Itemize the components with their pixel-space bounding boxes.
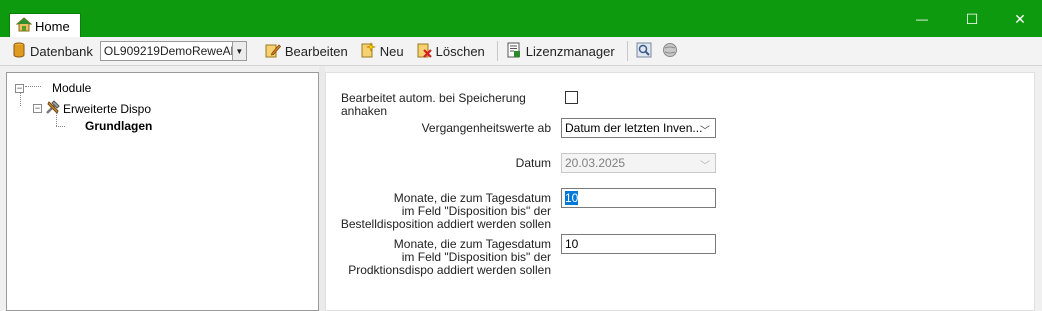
settings-search-button[interactable] [636, 42, 652, 61]
chevron-down-icon: ﹀ [700, 161, 710, 172]
months-production-value: 10 [565, 237, 579, 251]
months-order-value: 10 [565, 191, 579, 205]
toolbar-divider [496, 41, 498, 61]
globe-button[interactable] [662, 42, 678, 61]
chevron-down-icon: ﹀ [700, 126, 710, 137]
date-label: Datum [515, 156, 551, 170]
globe-icon [662, 42, 678, 61]
delete-icon [416, 42, 432, 61]
tree-connector [20, 92, 21, 106]
delete-label: Löschen [435, 43, 485, 59]
close-button[interactable]: ✕ [1009, 8, 1031, 30]
tree-node-module[interactable]: − Module [15, 81, 91, 95]
tree-label-extended-dispo: Erweiterte Dispo [63, 101, 152, 116]
maximize-button[interactable]: ☐ [961, 8, 983, 30]
months-order-input[interactable]: 10 [561, 188, 716, 208]
toolbar: Datenbank OL909219DemoReweAbfD ▼ Bearbei… [0, 37, 1042, 66]
tree-label-basics: Grundlagen [85, 119, 153, 133]
database-label: Datenbank [30, 43, 93, 59]
database-selector: Datenbank OL909219DemoReweAbfD ▼ [12, 41, 247, 61]
months-production-label: Monate, die zum Tagesdatum im Feld "Disp… [326, 238, 551, 277]
edit-label: Bearbeiten [284, 43, 348, 59]
database-value: OL909219DemoReweAbfD [99, 41, 233, 61]
settings-form: Bearbeitet autom. bei Speicherung anhake… [325, 72, 1035, 311]
new-button[interactable]: Neu [360, 41, 404, 61]
new-icon [360, 41, 376, 61]
tools-icon [45, 99, 61, 118]
tree-label-module: Module [52, 81, 92, 95]
new-label: Neu [379, 43, 404, 59]
auto-attach-label: Bearbeitet autom. bei Speicherung anhake… [341, 91, 526, 118]
past-values-select[interactable]: Datum der letzten Inven... ﹀ [561, 118, 716, 138]
delete-button[interactable]: Löschen [416, 42, 485, 61]
database-icon [12, 42, 26, 61]
tree-connector [56, 111, 57, 126]
license-label: Lizenzmanager [525, 43, 615, 59]
past-values-label: Vergangenheitswerte ab [421, 121, 551, 135]
months-order-label: Monate, die zum Tagesdatum im Feld "Disp… [326, 192, 551, 231]
toolbar-divider [626, 41, 628, 61]
months-production-label-line: Prodktionsdispo addiert werden sollen [348, 263, 551, 277]
chevron-down-icon[interactable]: ▼ [232, 41, 247, 61]
tree-connector [56, 126, 65, 127]
close-icon: ✕ [1014, 10, 1026, 27]
past-values-value: Datum der letzten Inven... [565, 121, 703, 135]
maximize-icon: ☐ [965, 10, 979, 27]
months-production-input[interactable]: 10 [561, 234, 716, 254]
date-picker[interactable]: 20.03.2025 ﹀ [561, 153, 716, 173]
collapse-icon[interactable]: − [33, 104, 42, 113]
tree-node-basics[interactable]: Grundlagen [85, 119, 152, 133]
tree-node-extended-dispo[interactable]: − Erweiterte Dispo [33, 99, 151, 118]
license-icon [506, 42, 522, 61]
license-manager-button[interactable]: Lizenzmanager [506, 42, 615, 61]
edit-button[interactable]: Bearbeiten [265, 42, 348, 61]
tab-home-label: Home [35, 18, 70, 34]
minimize-button[interactable]: — [911, 8, 933, 30]
module-tree: − Module − Erweiterte Dispo Grundlagen [6, 72, 319, 311]
minimize-icon: — [916, 12, 928, 26]
right-edge-strip [1035, 72, 1042, 311]
tree-connector [25, 86, 41, 87]
database-combo[interactable]: OL909219DemoReweAbfD ▼ [99, 41, 247, 61]
auto-attach-checkbox[interactable] [565, 91, 578, 104]
home-icon [15, 17, 33, 35]
tab-home[interactable]: Home [9, 13, 81, 38]
search-settings-icon [636, 42, 652, 61]
title-bar: Home — ☐ ✕ [0, 0, 1042, 38]
months-order-label-line: Bestelldisposition addiert werden sollen [340, 217, 551, 231]
edit-icon [265, 42, 281, 61]
date-value: 20.03.2025 [565, 156, 626, 170]
